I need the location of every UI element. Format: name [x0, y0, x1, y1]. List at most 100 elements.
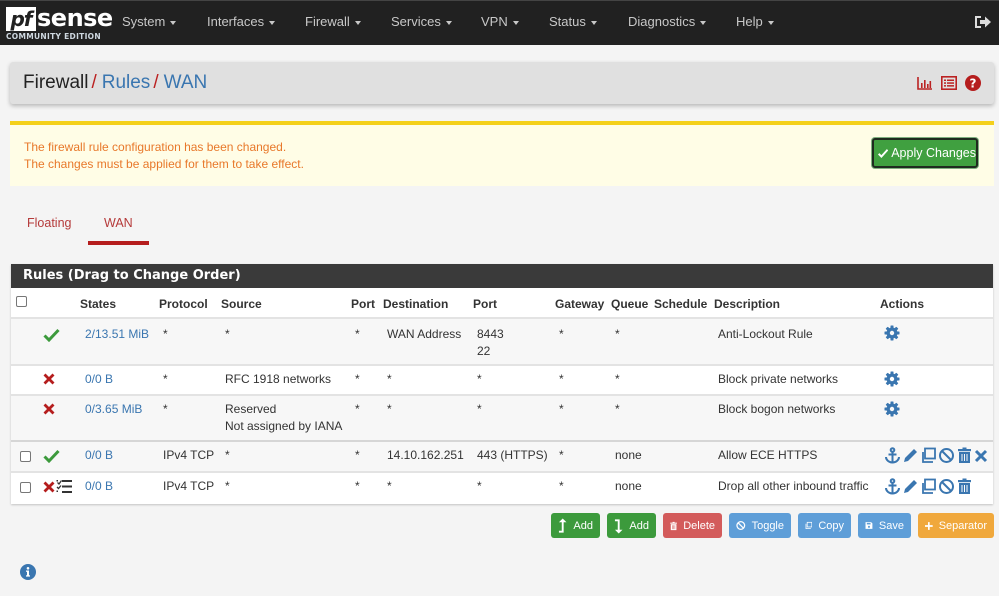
floppy-disk-icon [865, 522, 873, 529]
pass-check-icon[interactable] [43, 449, 60, 463]
states-link[interactable]: 0/0 B [85, 478, 113, 495]
add-rule-top-button[interactable]: Add [551, 513, 600, 538]
nav-label: System [122, 14, 166, 29]
logo-edition: COMMUNITY EDITION [6, 32, 101, 41]
destination-cell: * [387, 372, 392, 386]
table-row[interactable]: 0/0 B * RFC 1918 networks * * * * * Bloc… [11, 364, 993, 394]
toggle-button[interactable]: Toggle [729, 513, 791, 538]
anchor-icon[interactable] [884, 478, 901, 495]
states-link[interactable]: 0/0 B [85, 371, 113, 388]
table-row[interactable]: 2/13.51 MiB * * * WAN Address 8443 22 * … [11, 317, 993, 364]
nav-vpn[interactable]: VPN [481, 14, 519, 29]
source-port-cell: * [355, 372, 360, 386]
info-icon[interactable] [20, 564, 36, 580]
dest-port-cell: 8443 [477, 327, 504, 341]
destination-cell: WAN Address [387, 327, 462, 341]
nav-system[interactable]: System [122, 14, 177, 29]
sign-out-icon[interactable] [974, 13, 992, 31]
description-cell: Anti-Lockout Rule [718, 327, 813, 341]
caret-down-icon [269, 20, 276, 25]
row-select-checkbox[interactable] [20, 482, 31, 493]
nav-interfaces[interactable]: Interfaces [207, 14, 276, 29]
column-header-description[interactable]: Description [714, 297, 780, 311]
destination-cell: 14.10.162.251 [387, 448, 464, 462]
gear-icon[interactable] [884, 371, 900, 387]
check-icon [878, 148, 889, 158]
source-cell: * [225, 327, 230, 341]
block-x-icon [43, 403, 55, 415]
active-tab-indicator [88, 241, 149, 245]
add-separator-button[interactable]: Separator [918, 513, 994, 538]
pencil-icon[interactable] [902, 478, 919, 495]
block-x-icon [43, 373, 55, 385]
table-row[interactable]: 0/0 B IPv4 TCP * * 14.10.162.251 443 (HT… [11, 440, 993, 471]
copy-icon [805, 521, 813, 530]
trash-icon [670, 521, 677, 530]
source-cell: RFC 1918 networks [225, 372, 332, 386]
disable-icon[interactable] [938, 478, 955, 495]
anchor-icon[interactable] [884, 447, 901, 464]
trash-icon[interactable] [956, 447, 973, 464]
nav-diagnostics[interactable]: Diagnostics [628, 14, 707, 29]
breadcrumb-rules[interactable]: Rules [102, 72, 151, 93]
column-header-source[interactable]: Source [221, 297, 262, 311]
disable-icon[interactable] [938, 447, 955, 464]
states-link[interactable]: 0/0 B [85, 447, 113, 464]
protocol-cell: IPv4 TCP [163, 479, 215, 493]
column-header-queue[interactable]: Queue [611, 297, 648, 311]
list-icon[interactable] [941, 76, 957, 90]
row-actions [884, 478, 973, 495]
source-cell: Reserved [225, 402, 277, 416]
delete-button[interactable]: Delete [663, 513, 722, 538]
row-select-checkbox[interactable] [20, 451, 31, 462]
nav-help[interactable]: Help [736, 14, 774, 29]
block-x-icon[interactable] [43, 481, 55, 493]
add-top-label: Add [573, 519, 593, 532]
caret-down-icon [445, 20, 452, 25]
column-header-schedule[interactable]: Schedule [654, 297, 707, 311]
tab-floating[interactable]: Floating [27, 216, 71, 230]
apply-changes-button[interactable]: Apply Changes [872, 138, 978, 168]
top-navbar: pf sense COMMUNITY EDITION System Interf… [0, 0, 999, 45]
column-header-states[interactable]: States [80, 297, 116, 311]
nav-label: VPN [481, 14, 508, 29]
column-header-destination[interactable]: Destination [383, 297, 448, 311]
logo-mark: pf [6, 7, 36, 31]
column-header-dest-port[interactable]: Port [473, 297, 497, 311]
caret-down-icon [700, 20, 707, 25]
states-link[interactable]: 0/3.65 MiB [85, 401, 142, 418]
save-button[interactable]: Save [858, 513, 911, 538]
queue-cell: none [615, 479, 642, 493]
help-icon[interactable]: ? [965, 75, 981, 91]
column-header-protocol[interactable]: Protocol [159, 297, 208, 311]
trash-icon[interactable] [956, 478, 973, 495]
gear-icon[interactable] [884, 325, 900, 341]
add-rule-bottom-button[interactable]: Add [607, 513, 656, 538]
gear-icon[interactable] [884, 401, 900, 417]
nav-label: Interfaces [207, 14, 265, 29]
caret-down-icon [170, 20, 177, 25]
tab-wan[interactable]: WAN [104, 216, 133, 230]
logo-text: sense [37, 4, 113, 32]
states-link[interactable]: 2/13.51 MiB [85, 326, 149, 343]
table-row[interactable]: 0/3.65 MiB * Reserved Not assigned by IA… [11, 394, 993, 440]
queue-cell: none [615, 448, 642, 462]
delete-x-icon[interactable] [974, 447, 988, 464]
breadcrumb-wan[interactable]: WAN [164, 72, 208, 93]
select-all-checkbox[interactable] [16, 296, 27, 307]
copy-button[interactable]: Copy [798, 513, 851, 538]
table-row[interactable]: 0/0 B IPv4 TCP * * * * * none Drop all o… [11, 471, 993, 502]
bar-chart-icon[interactable] [917, 76, 933, 90]
protocol-cell: * [163, 327, 168, 341]
column-header-source-port[interactable]: Port [351, 297, 375, 311]
copy-icon[interactable] [920, 478, 937, 495]
nav-services[interactable]: Services [391, 14, 452, 29]
column-header-gateway[interactable]: Gateway [555, 297, 604, 311]
nav-firewall[interactable]: Firewall [305, 14, 361, 29]
nav-label: Status [549, 14, 586, 29]
pencil-icon[interactable] [902, 447, 919, 464]
nav-status[interactable]: Status [549, 14, 597, 29]
copy-icon[interactable] [920, 447, 937, 464]
protocol-cell: * [163, 372, 168, 386]
pfsense-logo[interactable]: pf sense COMMUNITY EDITION [6, 4, 113, 43]
